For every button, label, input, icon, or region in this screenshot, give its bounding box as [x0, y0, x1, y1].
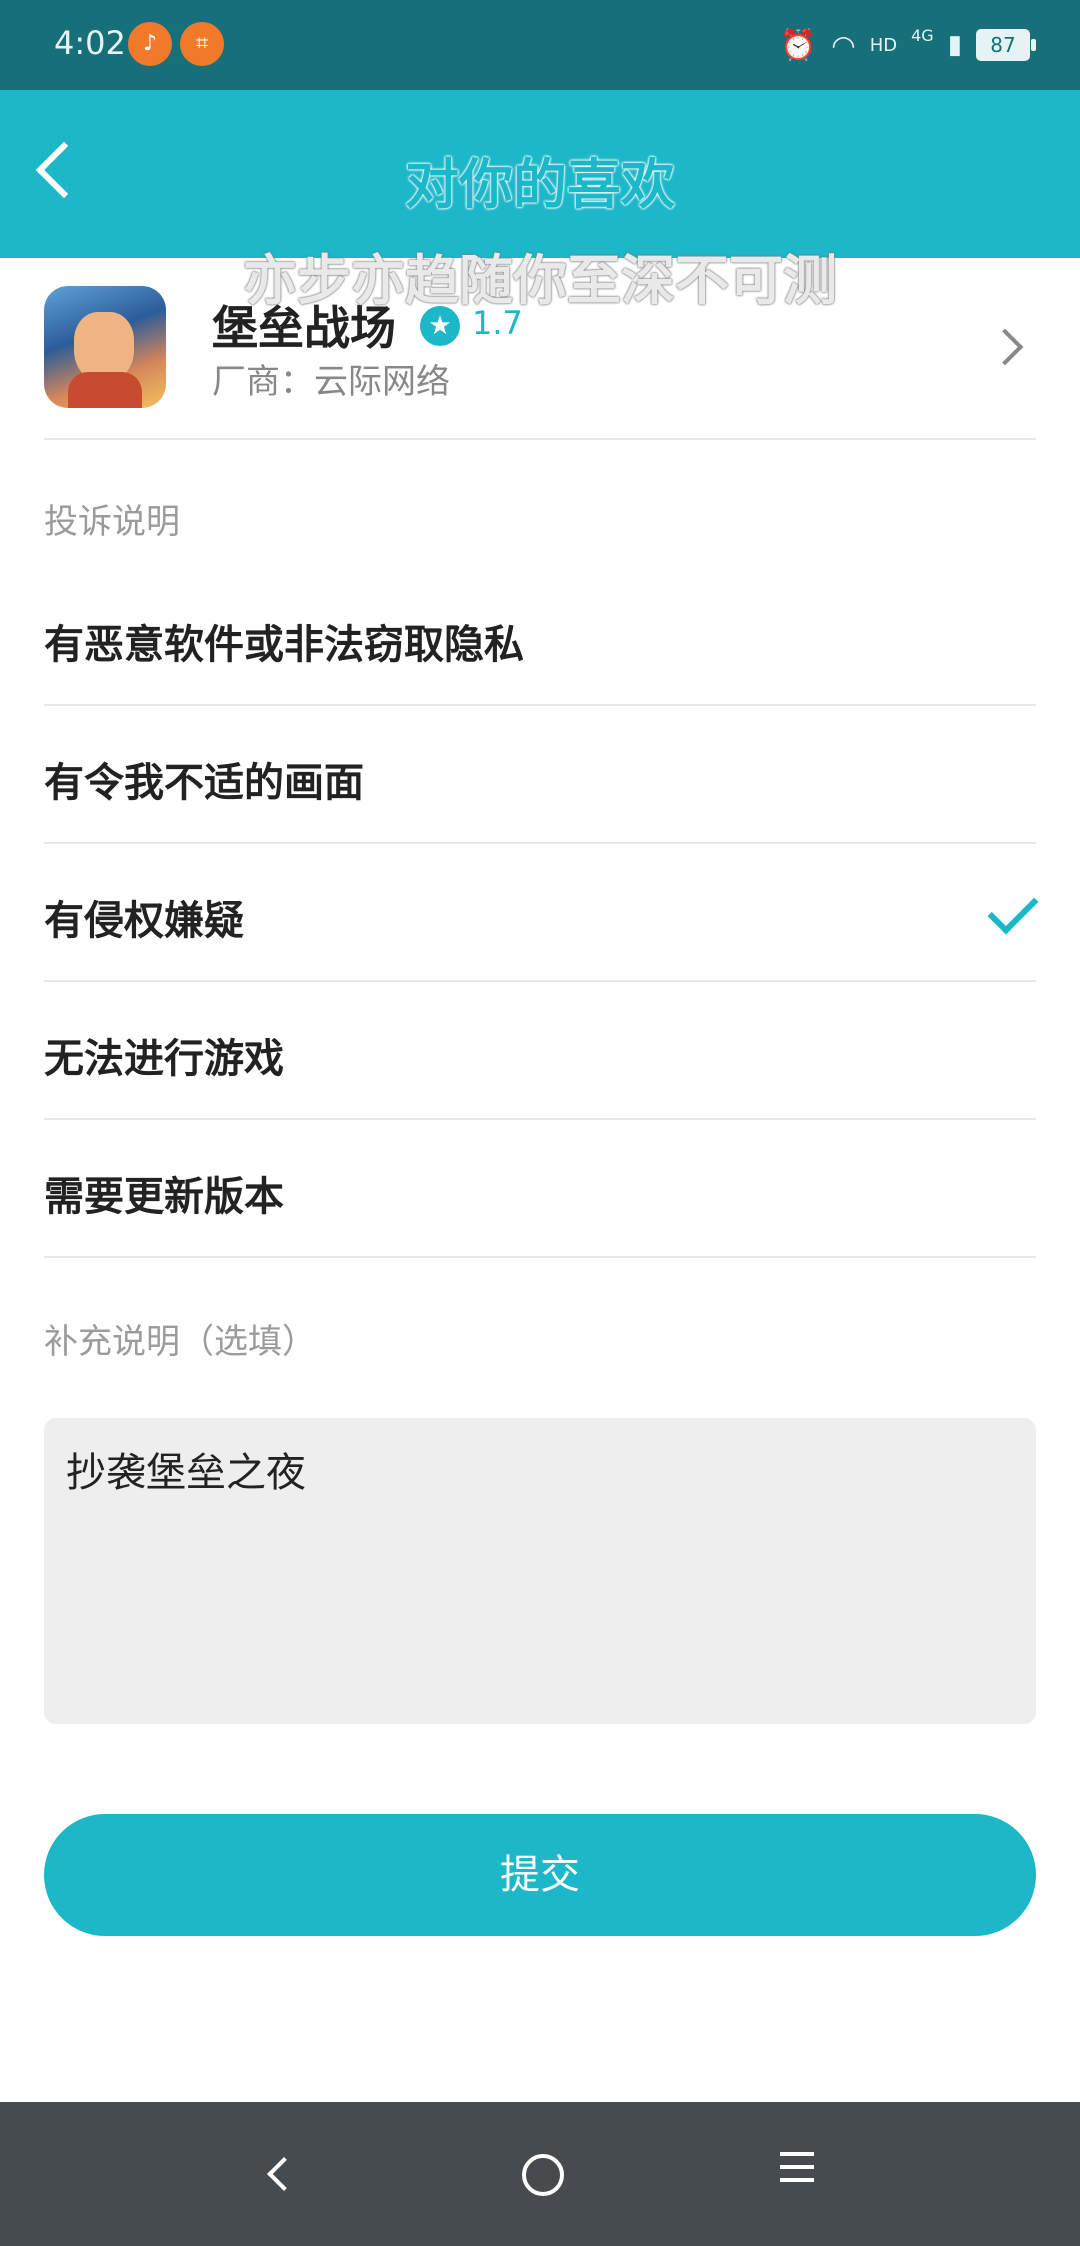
- option-needs-update[interactable]: 需要更新版本: [44, 1122, 1036, 1258]
- battery-indicator: 87: [976, 29, 1036, 61]
- game-vendor: 厂商：云际网络: [212, 362, 450, 402]
- status-bar: 4:02 ♪ ⌗ ⏰ ◠ HD 4G ▮ 87: [0, 0, 1080, 90]
- system-nav-bar: [0, 2102, 1080, 2246]
- supplement-textarea[interactable]: 抄袭堡垒之夜: [44, 1418, 1036, 1724]
- crop-app-icon: ⌗: [180, 22, 224, 66]
- option-malware[interactable]: 有恶意软件或非法窃取隐私: [44, 570, 1036, 706]
- wifi-icon: ◠: [831, 28, 856, 62]
- supplement-label: 补充说明（选填）: [44, 1322, 316, 1362]
- alarm-icon: ⏰: [779, 27, 818, 63]
- option-label: 有恶意软件或非法窃取隐私: [44, 622, 524, 668]
- option-uncomfortable-content[interactable]: 有令我不适的画面: [44, 708, 1036, 844]
- option-cannot-play[interactable]: 无法进行游戏: [44, 984, 1036, 1120]
- nav-menu-icon[interactable]: [780, 2152, 814, 2191]
- option-label: 有侵权嫌疑: [44, 898, 244, 944]
- overlay-subtitle: 亦步亦趋随你至深不可测: [243, 249, 837, 312]
- header-bar: 对你的喜欢: [0, 90, 1080, 258]
- status-icons: ⏰ ◠ HD 4G ▮ 87: [779, 22, 1036, 68]
- option-infringement[interactable]: 有侵权嫌疑: [44, 846, 1039, 982]
- option-label: 有令我不适的画面: [44, 760, 364, 806]
- hd-label: HD: [869, 34, 898, 56]
- status-time: 4:02: [54, 24, 126, 62]
- complaint-section-label: 投诉说明: [44, 502, 180, 542]
- submit-button[interactable]: 提交: [44, 1814, 1036, 1936]
- option-label: 无法进行游戏: [44, 1036, 284, 1082]
- option-label: 需要更新版本: [44, 1174, 284, 1220]
- signal-icon: ▮: [947, 30, 962, 60]
- divider: [44, 438, 1036, 440]
- chevron-right-icon: [986, 328, 1024, 366]
- nav-home-icon[interactable]: [522, 2154, 564, 2196]
- check-icon: [987, 883, 1039, 935]
- nav-back-icon[interactable]: [267, 2157, 301, 2191]
- network-label: 4G: [911, 25, 934, 45]
- page-title: 对你的喜欢: [405, 153, 675, 216]
- music-app-icon: ♪: [128, 22, 172, 66]
